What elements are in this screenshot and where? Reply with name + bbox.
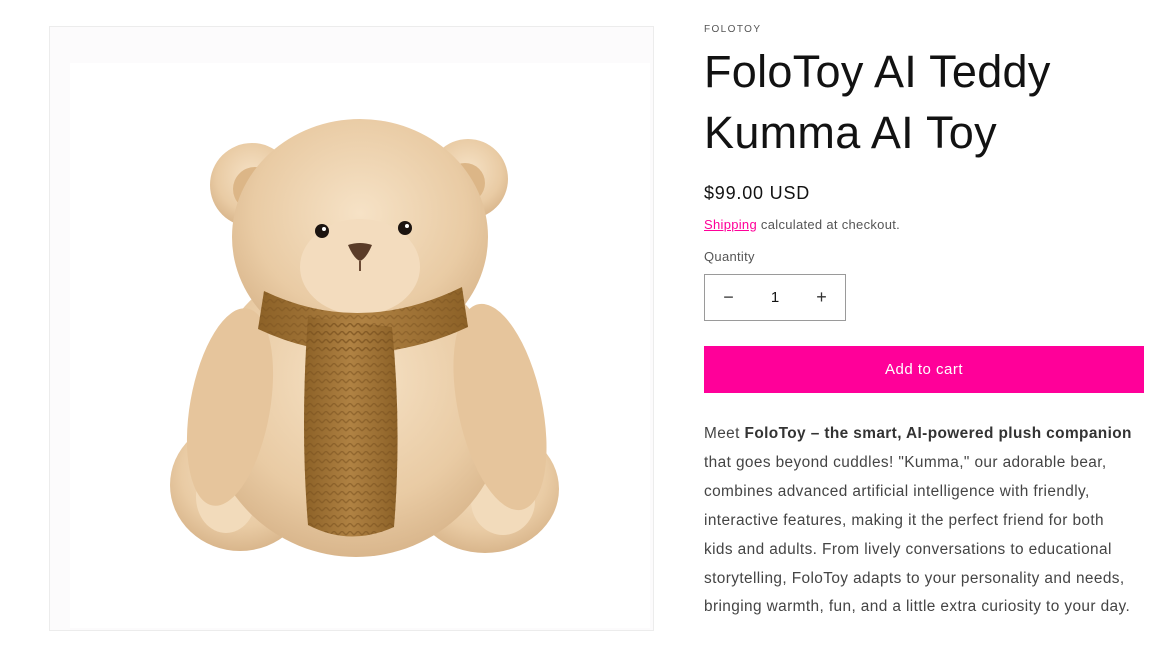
product-info: FOLOTOY FoloToy AI Teddy Kumma AI Toy $9…: [704, 24, 1144, 622]
quantity-stepper: − +: [704, 274, 846, 321]
decrement-button[interactable]: −: [705, 275, 752, 320]
product-price: $99.00 USD: [704, 183, 811, 203]
quantity-label: Quantity: [704, 249, 755, 264]
increment-button[interactable]: +: [798, 275, 845, 320]
shipping-note: Shipping calculated at checkout.: [704, 217, 1144, 232]
shipping-note-text: calculated at checkout.: [760, 217, 901, 232]
product-title: FoloToy AI Teddy Kumma AI Toy: [704, 46, 1051, 158]
shipping-link[interactable]: Shipping: [704, 217, 757, 232]
vendor-label: FOLOTOY: [704, 24, 762, 35]
description-bold: FoloToy – the smart, AI-powered plush co…: [744, 425, 1132, 442]
description-body: that goes beyond cuddles! "Kumma," our a…: [704, 453, 1131, 616]
product-media[interactable]: [49, 26, 654, 631]
add-to-cart-button[interactable]: Add to cart: [704, 346, 1144, 393]
product-description: Meet FoloToy – the smart, AI-powered plu…: [704, 420, 1136, 622]
teddy-bear-image: [70, 63, 650, 628]
quantity-input[interactable]: [753, 289, 797, 306]
description-lead: Meet: [704, 425, 740, 442]
